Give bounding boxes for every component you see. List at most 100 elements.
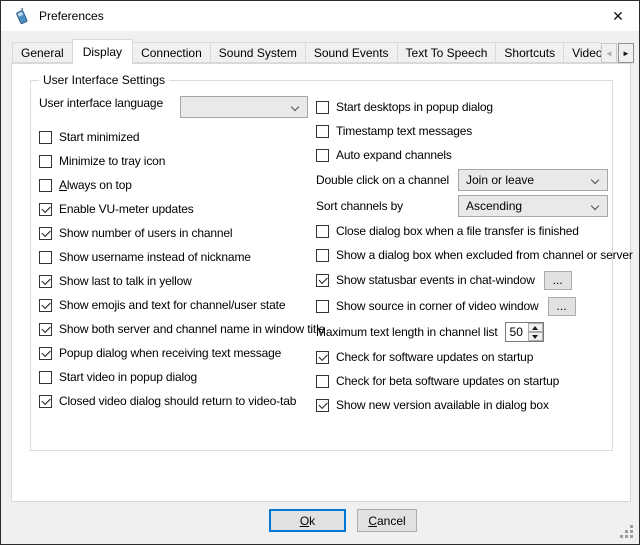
row-auto-expand-channels[interactable]: Auto expand channels	[316, 143, 608, 167]
row-start-minimized[interactable]: Start minimized	[39, 125, 312, 149]
label-show-statusbar-events-in-chat-window[interactable]: Show statusbar events in chat-window	[336, 273, 535, 287]
checkbox-timestamp-text-messages[interactable]	[316, 125, 329, 138]
tab-sound-system[interactable]: Sound System	[210, 42, 306, 63]
language-label: User interface language	[39, 96, 163, 110]
checkbox-always-on-top[interactable]	[39, 179, 52, 192]
label-close-dialog-box-when-a-file-transfer-is-finished[interactable]: Close dialog box when a file transfer is…	[336, 224, 579, 238]
row-show-a-dialog-box-when-excluded-from-channel-or-server[interactable]: Show a dialog box when excluded from cha…	[316, 243, 608, 267]
checkbox-show-a-dialog-box-when-excluded-from-channel-or-server[interactable]	[316, 249, 329, 262]
checkbox-start-minimized[interactable]	[39, 131, 52, 144]
tab-connection[interactable]: Connection	[132, 42, 211, 63]
tab-text-to-speech[interactable]: Text To Speech	[397, 42, 497, 63]
row-start-video-in-popup-dialog[interactable]: Start video in popup dialog	[39, 365, 312, 389]
label-check-for-beta-software-updates-on-startup[interactable]: Check for beta software updates on start…	[336, 374, 559, 388]
show-statusbar-events-in-chat-window-more-button[interactable]: ...	[544, 271, 572, 290]
checkbox-popup-dialog-when-receiving-text-message[interactable]	[39, 347, 52, 360]
checkbox-show-username-instead-of-nickname[interactable]	[39, 251, 52, 264]
label-show-a-dialog-box-when-excluded-from-channel-or-server[interactable]: Show a dialog box when excluded from cha…	[336, 248, 633, 262]
row-show-both-server-and-channel-name-in-window-title[interactable]: Show both server and channel name in win…	[39, 317, 312, 341]
label-show-source-in-corner-of-video-window[interactable]: Show source in corner of video window	[336, 299, 539, 313]
spin-down-button[interactable]	[528, 332, 543, 341]
label-timestamp-text-messages[interactable]: Timestamp text messages	[336, 124, 472, 138]
label-auto-expand-channels[interactable]: Auto expand channels	[336, 148, 452, 162]
checkbox-check-for-software-updates-on-startup[interactable]	[316, 351, 329, 364]
row-show-emojis-and-text-for-channel-user-state[interactable]: Show emojis and text for channel/user st…	[39, 293, 312, 317]
titlebar[interactable]: Preferences ✕	[1, 1, 639, 31]
label-start-minimized[interactable]: Start minimized	[59, 130, 139, 144]
language-select[interactable]	[180, 96, 308, 118]
chevron-down-icon	[591, 176, 599, 184]
checkbox-show-both-server-and-channel-name-in-window-title[interactable]	[39, 323, 52, 336]
cancel-button-label: Cancel	[368, 514, 405, 528]
row-show-last-to-talk-in-yellow[interactable]: Show last to talk in yellow	[39, 269, 312, 293]
row-always-on-top[interactable]: Always on top	[39, 173, 312, 197]
tab-scroll-right-button[interactable]: ►	[618, 43, 634, 63]
label-closed-video-dialog-should-return-to-video-tab[interactable]: Closed video dialog should return to vid…	[59, 394, 296, 408]
ok-button[interactable]: Ok	[269, 509, 346, 532]
checkbox-enable-vu-meter-updates[interactable]	[39, 203, 52, 216]
label-always-on-top[interactable]: Always on top	[59, 178, 132, 192]
close-button[interactable]: ✕	[597, 1, 639, 31]
row-closed-video-dialog-should-return-to-video-tab[interactable]: Closed video dialog should return to vid…	[39, 389, 312, 413]
row-show-source-in-corner-of-video-window[interactable]: Show source in corner of video window...	[316, 293, 608, 319]
sort-channels-by-select[interactable]: Ascending	[458, 195, 608, 217]
show-source-in-corner-of-video-window-more-button[interactable]: ...	[548, 297, 576, 316]
cancel-button[interactable]: Cancel	[357, 509, 417, 532]
label-show-new-version-available-in-dialog-box[interactable]: Show new version available in dialog box	[336, 398, 549, 412]
row-show-statusbar-events-in-chat-window[interactable]: Show statusbar events in chat-window...	[316, 267, 608, 293]
label-check-for-software-updates-on-startup[interactable]: Check for software updates on startup	[336, 350, 533, 364]
label-start-desktops-in-popup-dialog[interactable]: Start desktops in popup dialog	[336, 100, 493, 114]
label-minimize-to-tray-icon[interactable]: Minimize to tray icon	[59, 154, 165, 168]
label-popup-dialog-when-receiving-text-message[interactable]: Popup dialog when receiving text message	[59, 346, 281, 360]
row-enable-vu-meter-updates[interactable]: Enable VU-meter updates	[39, 197, 312, 221]
label-show-both-server-and-channel-name-in-window-title[interactable]: Show both server and channel name in win…	[59, 322, 325, 336]
spin-up-button[interactable]	[528, 323, 543, 332]
checkbox-show-statusbar-events-in-chat-window[interactable]	[316, 274, 329, 287]
row-double-click-on-a-channel[interactable]: Double click on a channelJoin or leave	[316, 167, 608, 193]
checkbox-show-last-to-talk-in-yellow[interactable]	[39, 275, 52, 288]
double-click-on-a-channel-select[interactable]: Join or leave	[458, 169, 608, 191]
checkbox-start-video-in-popup-dialog[interactable]	[39, 371, 52, 384]
checkbox-start-desktops-in-popup-dialog[interactable]	[316, 101, 329, 114]
resize-grip-icon[interactable]	[620, 525, 634, 539]
row-minimize-to-tray-icon[interactable]: Minimize to tray icon	[39, 149, 312, 173]
row-show-new-version-available-in-dialog-box[interactable]: Show new version available in dialog box	[316, 393, 608, 417]
row-show-number-of-users-in-channel[interactable]: Show number of users in channel	[39, 221, 312, 245]
checkbox-show-emojis-and-text-for-channel-user-state[interactable]	[39, 299, 52, 312]
tab-display[interactable]: Display	[72, 39, 133, 64]
label-start-video-in-popup-dialog[interactable]: Start video in popup dialog	[59, 370, 197, 384]
tab-video[interactable]: Video	[563, 42, 601, 63]
row-close-dialog-box-when-a-file-transfer-is-finished[interactable]: Close dialog box when a file transfer is…	[316, 219, 608, 243]
row-check-for-software-updates-on-startup[interactable]: Check for software updates on startup	[316, 345, 608, 369]
tab-shortcuts[interactable]: Shortcuts	[495, 42, 564, 63]
checkbox-check-for-beta-software-updates-on-startup[interactable]	[316, 375, 329, 388]
row-sort-channels-by[interactable]: Sort channels byAscending	[316, 193, 608, 219]
row-check-for-beta-software-updates-on-startup[interactable]: Check for beta software updates on start…	[316, 369, 608, 393]
chevron-down-icon	[591, 202, 599, 210]
checkbox-auto-expand-channels[interactable]	[316, 149, 329, 162]
label-show-emojis-and-text-for-channel-user-state[interactable]: Show emojis and text for channel/user st…	[59, 298, 285, 312]
row-maximum-text-length-in-channel-list[interactable]: Maximum text length in channel list50	[316, 319, 608, 345]
label-show-number-of-users-in-channel[interactable]: Show number of users in channel	[59, 226, 232, 240]
checkbox-closed-video-dialog-should-return-to-video-tab[interactable]	[39, 395, 52, 408]
row-popup-dialog-when-receiving-text-message[interactable]: Popup dialog when receiving text message	[39, 341, 312, 365]
row-start-desktops-in-popup-dialog[interactable]: Start desktops in popup dialog	[316, 95, 608, 119]
user-interface-settings-group: User Interface Settings User interface l…	[30, 80, 613, 451]
row-timestamp-text-messages[interactable]: Timestamp text messages	[316, 119, 608, 143]
label-show-last-to-talk-in-yellow[interactable]: Show last to talk in yellow	[59, 274, 192, 288]
chevron-down-icon	[291, 103, 299, 111]
checkbox-show-number-of-users-in-channel[interactable]	[39, 227, 52, 240]
label-show-username-instead-of-nickname[interactable]: Show username instead of nickname	[59, 250, 251, 264]
maximum-text-length-in-channel-list-value[interactable]: 50	[506, 323, 528, 341]
tab-general[interactable]: General	[12, 42, 73, 63]
checkbox-show-new-version-available-in-dialog-box[interactable]	[316, 399, 329, 412]
checkbox-show-source-in-corner-of-video-window[interactable]	[316, 300, 329, 313]
window-title: Preferences	[39, 9, 104, 23]
checkbox-close-dialog-box-when-a-file-transfer-is-finished[interactable]	[316, 225, 329, 238]
row-show-username-instead-of-nickname[interactable]: Show username instead of nickname	[39, 245, 312, 269]
maximum-text-length-in-channel-list-spinbox[interactable]: 50	[505, 322, 544, 342]
checkbox-minimize-to-tray-icon[interactable]	[39, 155, 52, 168]
tab-sound-events[interactable]: Sound Events	[305, 42, 398, 63]
tab-scroll-left-button[interactable]: ◄	[601, 43, 617, 63]
label-enable-vu-meter-updates[interactable]: Enable VU-meter updates	[59, 202, 194, 216]
